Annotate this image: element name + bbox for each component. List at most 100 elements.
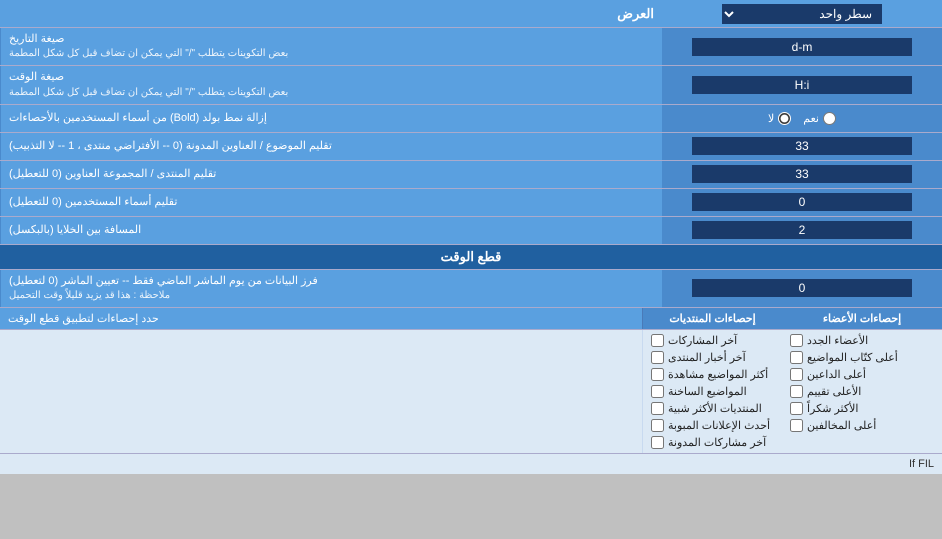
sort-forum-label: تقليم المنتدى / المجموعة العناوين (0 للت… bbox=[9, 167, 216, 182]
display-select[interactable]: سطر واحد سطرين ثلاثة أسطر bbox=[722, 4, 882, 24]
cb-col1-label-2: أعلى الداعين bbox=[807, 368, 866, 381]
cb-col2-label-1: آخر أخبار المنتدى bbox=[668, 351, 746, 364]
cell-spacing-row: المسافة بين الخلايا (بالبكسل) bbox=[0, 217, 942, 245]
display-row: العرض سطر واحد سطرين ثلاثة أسطر bbox=[0, 0, 942, 28]
col1-header: إحصاءات الأعضاء bbox=[782, 308, 942, 329]
realtime-data-input-cell[interactable] bbox=[662, 270, 942, 307]
cb-col1-item-0[interactable]: الأعضاء الجدد bbox=[786, 332, 938, 349]
stats-limit-label: حدد إحصاءات لتطبيق قطع الوقت bbox=[0, 308, 642, 329]
cb-col2-6[interactable] bbox=[651, 436, 664, 449]
cb-col2-item-2[interactable]: أكثر المواضيع مشاهدة bbox=[647, 366, 778, 383]
cb-col2-item-0[interactable]: آخر المشاركات bbox=[647, 332, 778, 349]
remove-bold-label-cell: إزالة نمط بولد (Bold) من أسماء المستخدمي… bbox=[0, 105, 662, 132]
trim-usernames-row: تقليم أسماء المستخدمين (0 للتعطيل) bbox=[0, 189, 942, 217]
time-format-input-cell[interactable] bbox=[662, 66, 942, 103]
cb-col2-3[interactable] bbox=[651, 385, 664, 398]
cb-col1-label-1: أعلى كتّاب المواضيع bbox=[807, 351, 898, 364]
cb-col2-label-6: آخر مشاركات المدونة bbox=[668, 436, 766, 449]
cb-col1-3[interactable] bbox=[790, 385, 803, 398]
realtime-label: قطع الوقت bbox=[441, 249, 502, 264]
sort-topics-row: تقليم الموضوع / العناوين المدونة (0 -- ا… bbox=[0, 133, 942, 161]
realtime-section-header: قطع الوقت bbox=[0, 245, 942, 270]
cb-col2-1[interactable] bbox=[651, 351, 664, 364]
sort-topics-input-cell[interactable] bbox=[662, 133, 942, 160]
realtime-data-sublabel: ملاحظة : هذا قد يزيد قليلاً وقت التحميل bbox=[9, 289, 170, 303]
date-format-label: صيغة التاريخ bbox=[9, 32, 64, 47]
footer-note: If FIL bbox=[0, 454, 942, 474]
realtime-data-label: فرز البيانات من يوم الماشر الماضي فقط --… bbox=[9, 274, 318, 289]
col1-checkboxes: الأعضاء الجدد أعلى كتّاب المواضيع أعلى ا… bbox=[782, 330, 942, 453]
checkboxes-area: آخر المشاركات آخر أخبار المنتدى أكثر الم… bbox=[0, 330, 942, 454]
date-format-sublabel: بعض التكوينات يتطلب "/" التي يمكن ان تضا… bbox=[9, 47, 288, 61]
cb-col1-label-0: الأعضاء الجدد bbox=[807, 334, 868, 347]
radio-yes-label[interactable]: نعم bbox=[803, 112, 836, 125]
cell-spacing-input-cell[interactable] bbox=[662, 217, 942, 244]
cb-col2-label-2: أكثر المواضيع مشاهدة bbox=[668, 368, 768, 381]
display-label: العرض bbox=[0, 2, 662, 26]
date-format-input-cell[interactable] bbox=[662, 28, 942, 65]
sort-forum-input-cell[interactable] bbox=[662, 161, 942, 188]
display-dropdown-cell[interactable]: سطر واحد سطرين ثلاثة أسطر bbox=[662, 1, 942, 27]
cb-col1-5[interactable] bbox=[790, 419, 803, 432]
trim-usernames-input-cell[interactable] bbox=[662, 189, 942, 216]
cb-col2-label-3: المواضيع الساخنة bbox=[668, 385, 747, 398]
cb-col1-label-3: الأعلى تقييم bbox=[807, 385, 861, 398]
cb-col2-label-4: المنتديات الأكثر شبية bbox=[668, 402, 762, 415]
remove-bold-radio-cell[interactable]: نعم لا bbox=[662, 105, 942, 132]
sort-forum-row: تقليم المنتدى / المجموعة العناوين (0 للت… bbox=[0, 161, 942, 189]
time-format-input[interactable] bbox=[692, 76, 912, 94]
cb-col2-item-4[interactable]: المنتديات الأكثر شبية bbox=[647, 400, 778, 417]
cb-col2-label-5: أحدث الإعلانات المبوبة bbox=[668, 419, 770, 432]
stats-spacer bbox=[0, 330, 642, 453]
remove-bold-row: إزالة نمط بولد (Bold) من أسماء المستخدمي… bbox=[0, 105, 942, 133]
remove-bold-label: إزالة نمط بولد (Bold) من أسماء المستخدمي… bbox=[9, 111, 267, 126]
time-format-row: صيغة الوقت بعض التكوينات يتطلب "/" التي … bbox=[0, 66, 942, 104]
time-format-label-cell: صيغة الوقت بعض التكوينات يتطلب "/" التي … bbox=[0, 66, 662, 103]
cell-spacing-input[interactable] bbox=[692, 221, 912, 239]
footer-note-text: If FIL bbox=[909, 458, 934, 470]
realtime-data-input[interactable] bbox=[692, 279, 912, 297]
date-format-input[interactable] bbox=[692, 38, 912, 56]
sort-topics-label-cell: تقليم الموضوع / العناوين المدونة (0 -- ا… bbox=[0, 133, 662, 160]
cb-col1-item-2[interactable]: أعلى الداعين bbox=[786, 366, 938, 383]
realtime-data-row: فرز البيانات من يوم الماشر الماضي فقط --… bbox=[0, 270, 942, 308]
trim-usernames-label-cell: تقليم أسماء المستخدمين (0 للتعطيل) bbox=[0, 189, 662, 216]
col2-header: إحصاءات المنتديات bbox=[642, 308, 782, 329]
trim-usernames-label: تقليم أسماء المستخدمين (0 للتعطيل) bbox=[9, 195, 177, 210]
sort-forum-label-cell: تقليم المنتدى / المجموعة العناوين (0 للت… bbox=[0, 161, 662, 188]
cb-col2-item-5[interactable]: أحدث الإعلانات المبوبة bbox=[647, 417, 778, 434]
cb-col1-0[interactable] bbox=[790, 334, 803, 347]
cb-col1-4[interactable] bbox=[790, 402, 803, 415]
cb-col1-item-5[interactable]: أعلى المخالفين bbox=[786, 417, 938, 434]
trim-usernames-input[interactable] bbox=[692, 193, 912, 211]
cb-col1-item-1[interactable]: أعلى كتّاب المواضيع bbox=[786, 349, 938, 366]
cb-col2-0[interactable] bbox=[651, 334, 664, 347]
date-format-label-cell: صيغة التاريخ بعض التكوينات يتطلب "/" الت… bbox=[0, 28, 662, 65]
sort-topics-label: تقليم الموضوع / العناوين المدونة (0 -- ا… bbox=[9, 139, 332, 154]
date-format-row: صيغة التاريخ بعض التكوينات يتطلب "/" الت… bbox=[0, 28, 942, 66]
radio-no[interactable] bbox=[778, 112, 791, 125]
col2-checkboxes: آخر المشاركات آخر أخبار المنتدى أكثر الم… bbox=[642, 330, 782, 453]
cb-col1-item-4[interactable]: الأكثر شكراً bbox=[786, 400, 938, 417]
cell-spacing-label: المسافة بين الخلايا (بالبكسل) bbox=[9, 223, 141, 238]
cb-col2-item-3[interactable]: المواضيع الساخنة bbox=[647, 383, 778, 400]
sort-topics-input[interactable] bbox=[692, 137, 912, 155]
stats-header-row: حدد إحصاءات لتطبيق قطع الوقت إحصاءات الم… bbox=[0, 308, 942, 330]
time-format-sublabel: بعض التكوينات يتطلب "/" التي يمكن ان تضا… bbox=[9, 86, 288, 100]
cb-col2-item-1[interactable]: آخر أخبار المنتدى bbox=[647, 349, 778, 366]
cb-col2-4[interactable] bbox=[651, 402, 664, 415]
cb-col1-label-4: الأكثر شكراً bbox=[807, 402, 858, 415]
cb-col1-item-3[interactable]: الأعلى تقييم bbox=[786, 383, 938, 400]
time-format-label: صيغة الوقت bbox=[9, 70, 64, 85]
radio-yes[interactable] bbox=[823, 112, 836, 125]
cb-col2-5[interactable] bbox=[651, 419, 664, 432]
cb-col1-label-5: أعلى المخالفين bbox=[807, 419, 876, 432]
cb-col1-1[interactable] bbox=[790, 351, 803, 364]
cell-spacing-label-cell: المسافة بين الخلايا (بالبكسل) bbox=[0, 217, 662, 244]
cb-col2-label-0: آخر المشاركات bbox=[668, 334, 737, 347]
radio-no-label[interactable]: لا bbox=[768, 112, 791, 125]
cb-col2-2[interactable] bbox=[651, 368, 664, 381]
sort-forum-input[interactable] bbox=[692, 165, 912, 183]
cb-col2-item-6[interactable]: آخر مشاركات المدونة bbox=[647, 434, 778, 451]
cb-col1-2[interactable] bbox=[790, 368, 803, 381]
